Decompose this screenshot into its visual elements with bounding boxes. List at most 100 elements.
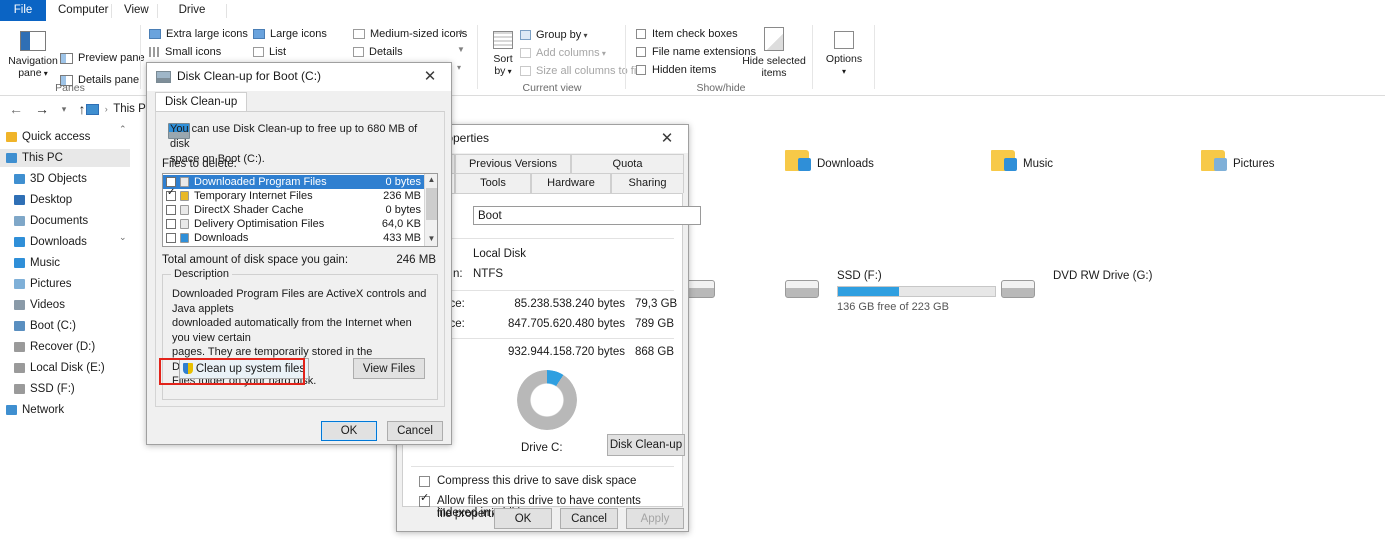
preview-pane-button[interactable]: Preview pane: [60, 49, 145, 67]
size-all-columns-label: Size all columns to fit: [536, 65, 639, 77]
layout-expand-icon[interactable]: ▾: [457, 63, 461, 72]
used-space-gb: 79,3 GB: [635, 298, 677, 310]
chevron-up-icon[interactable]: ⌃: [119, 124, 127, 135]
file-checkbox[interactable]: [166, 233, 176, 243]
hidden-items-option[interactable]: Hidden items: [636, 61, 716, 79]
sidebar-item-3d-objects[interactable]: 3D Objects: [0, 170, 130, 188]
sidebar-item-videos[interactable]: Videos: [0, 296, 130, 314]
sidebar-item-boot-c[interactable]: Boot (C:): [0, 317, 130, 335]
checkbox-icon[interactable]: [636, 47, 646, 57]
properties-ok-button[interactable]: OK: [494, 508, 552, 529]
file-name: Temporary Internet Files: [194, 189, 313, 203]
forward-button[interactable]: →: [32, 99, 52, 119]
tab-previous-versions[interactable]: Previous Versions: [455, 154, 571, 174]
tab-file[interactable]: File: [0, 0, 46, 21]
sidebar-item-this-pc[interactable]: This PC: [0, 149, 130, 167]
small-icons-icon: [149, 47, 160, 57]
file-size: 433 MB: [383, 231, 421, 245]
tab-sharing[interactable]: Sharing: [611, 173, 684, 193]
navigation-pane-button[interactable]: Navigation pane ▾: [4, 29, 62, 79]
properties-cancel-button[interactable]: Cancel: [560, 508, 618, 529]
sidebar-item-desktop[interactable]: Desktop: [0, 191, 130, 209]
file-name: Delivery Optimisation Files: [194, 217, 324, 231]
sidebar-item-recover-d[interactable]: Recover (D:): [0, 338, 130, 356]
highlight-box: [159, 358, 305, 385]
sidebar-item-local-disk-e[interactable]: Local Disk (E:): [0, 359, 130, 377]
file-to-delete-row[interactable]: Downloaded Program Files0 bytes: [163, 175, 425, 189]
layout-scroll-up-icon[interactable]: ▲: [457, 27, 465, 36]
chevron-down-icon[interactable]: ⌄: [119, 232, 127, 243]
view-files-button[interactable]: View Files: [353, 358, 425, 379]
download-icon: [180, 233, 189, 243]
checkbox-icon[interactable]: [636, 65, 646, 75]
file-name-extensions-option[interactable]: File name extensions: [636, 43, 756, 61]
volume-label-value: Boot: [478, 210, 502, 222]
item-check-boxes-option[interactable]: Item check boxes: [636, 25, 738, 43]
sort-by-button[interactable]: Sort by ▾: [484, 29, 522, 77]
capacity-gb: 868 GB: [635, 346, 674, 358]
close-icon[interactable]: ✕: [646, 125, 688, 153]
scroll-up-icon[interactable]: ▲: [425, 174, 438, 187]
tab-computer[interactable]: Computer: [46, 0, 112, 21]
options-button[interactable]: Options ▾: [816, 29, 872, 77]
view-small-icons[interactable]: Small icons: [149, 43, 221, 61]
breadcrumb[interactable]: › This P: [86, 99, 146, 119]
sidebar-item-documents[interactable]: Documents: [0, 212, 130, 230]
file-to-delete-row[interactable]: DirectX Shader Cache0 bytes: [163, 203, 425, 217]
back-button[interactable]: ←: [6, 99, 26, 119]
file-checkbox[interactable]: [166, 205, 176, 215]
drive-icon: [14, 384, 25, 394]
checkbox-icon[interactable]: [636, 29, 646, 39]
view-extra-large-icons[interactable]: Extra large icons: [149, 25, 248, 43]
sidebar-item-ssd-f[interactable]: SSD (F:): [0, 380, 130, 398]
volume-label-input[interactable]: Boot: [473, 206, 701, 225]
sidebar-item-quick-access[interactable]: Quick access: [0, 128, 130, 146]
scrollbar-thumb[interactable]: [426, 188, 437, 220]
file-system-value: NTFS: [473, 268, 503, 280]
sidebar-item-pictures[interactable]: Pictures: [0, 275, 130, 293]
scroll-down-icon[interactable]: ▼: [425, 233, 438, 246]
file-checkbox[interactable]: [166, 177, 176, 187]
file-size: 0 bytes: [386, 203, 421, 217]
file-to-delete-row[interactable]: Downloads433 MB: [163, 231, 425, 245]
sidebar-item-downloads[interactable]: Downloads: [0, 233, 130, 251]
view-medium-icons[interactable]: Medium-sized icons: [353, 25, 467, 43]
list-label: List: [269, 46, 286, 58]
disk-cleanup-button[interactable]: Disk Clean-up: [607, 434, 685, 456]
files-to-delete-list[interactable]: Downloaded Program Files0 bytesTemporary…: [162, 173, 438, 247]
recent-locations-button[interactable]: ▾: [54, 99, 74, 119]
disk-cleanup-cancel-button[interactable]: Cancel: [387, 421, 443, 441]
hide-selected-items-button[interactable]: Hide selected items: [740, 27, 808, 79]
group-separator: [477, 25, 478, 89]
tab-drive-tools[interactable]: Drive Tools: [158, 0, 226, 21]
group-by-button[interactable]: Group by ▾: [520, 26, 588, 44]
small-icons-label: Small icons: [165, 46, 221, 58]
list-scrollbar[interactable]: ▲ ▼: [424, 174, 437, 246]
sidebar-item-label: Local Disk (E:): [30, 359, 105, 377]
file-to-delete-row[interactable]: Delivery Optimisation Files64,0 KB: [163, 217, 425, 231]
list-icon: [253, 47, 264, 57]
extra-large-icons-label: Extra large icons: [166, 28, 248, 40]
disk-cleanup-ok-button[interactable]: OK: [321, 421, 377, 441]
item-label: Pictures: [1233, 158, 1275, 170]
view-details[interactable]: Details: [353, 43, 403, 61]
tab-tools[interactable]: Tools: [455, 173, 531, 193]
drive-capacity-bar: [837, 286, 996, 297]
tab-disk-cleanup[interactable]: Disk Clean-up: [155, 92, 247, 111]
index-contents-checkbox[interactable]: [419, 496, 430, 507]
view-large-icons[interactable]: Large icons: [253, 25, 327, 43]
description-caption: Description: [171, 268, 232, 280]
layout-scroll-down-icon[interactable]: ▼: [457, 45, 465, 54]
compress-drive-checkbox[interactable]: [419, 476, 430, 487]
file-checkbox[interactable]: [166, 219, 176, 229]
tab-quota[interactable]: Quota: [571, 154, 684, 174]
tab-hardware[interactable]: Hardware: [531, 173, 611, 193]
file-to-delete-row[interactable]: Temporary Internet Files236 MB: [163, 189, 425, 203]
file-checkbox[interactable]: [166, 191, 176, 201]
close-icon[interactable]: ✕: [409, 63, 451, 91]
folder-badge-icon: [1004, 158, 1017, 171]
view-list[interactable]: List: [253, 43, 286, 61]
sidebar-item-network[interactable]: Network: [0, 401, 130, 419]
sidebar-item-music[interactable]: Music: [0, 254, 130, 272]
tab-view[interactable]: View: [112, 0, 158, 21]
